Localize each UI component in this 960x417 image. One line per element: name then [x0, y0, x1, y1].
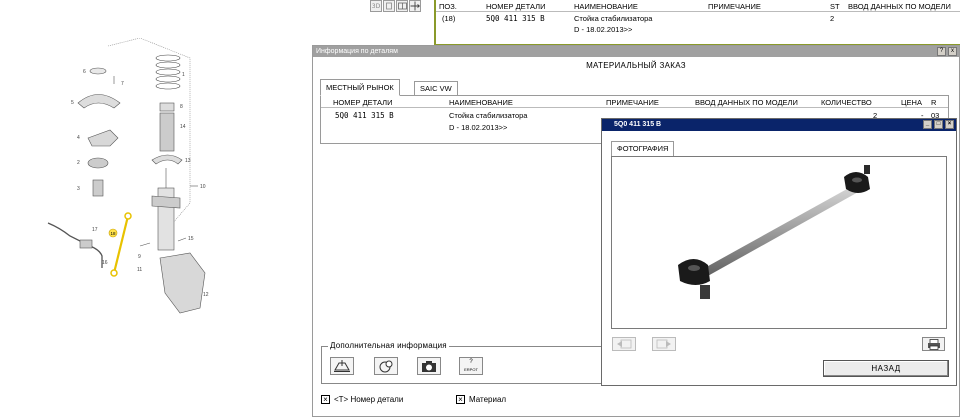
material-checkbox-label: Материал [469, 395, 507, 404]
vehicle-lift-icon [334, 360, 350, 372]
info-window-titlebar[interactable]: Информация по деталям ? x [313, 46, 959, 57]
header-model-input: ВВОД ДАННЫХ ПО МОДЕЛИ [848, 2, 951, 11]
callout-6: 6 [83, 69, 86, 75]
header-name: НАИМЕНОВАНИЕ [574, 2, 638, 11]
callout-10: 10 [200, 184, 206, 190]
callout-1: 1 [182, 72, 185, 78]
callout-14: 14 [180, 124, 186, 130]
local-table-header: НОМЕР ДЕТАЛИ НАИМЕНОВАНИЕ ПРИМЕЧАНИЕ ВВО… [321, 96, 948, 108]
callout-12: 12 [203, 292, 209, 298]
callout-8: 8 [180, 104, 183, 110]
tab-photo[interactable]: ФОТОГРАФИЯ [611, 141, 675, 156]
tab-saic-vw[interactable]: SAIC VW [414, 81, 458, 95]
callout-13: 13 [185, 158, 191, 164]
help-book-icon: ? [469, 359, 473, 365]
table-row[interactable]: (18) 5Q0 411 315 B Стойка стабилизатора … [436, 12, 960, 44]
photo-button[interactable] [417, 357, 441, 375]
row-pos: (18) [442, 14, 456, 23]
callout-5: 5 [71, 100, 74, 106]
header-note: ПРИМЕЧАНИЕ [606, 98, 659, 107]
callout-15: 15 [188, 236, 194, 242]
next-photo-button[interactable] [652, 337, 676, 351]
close-button[interactable]: x [948, 47, 957, 56]
previous-arrow-icon [617, 339, 632, 349]
parts-list-header: ПОЗ. НОМЕР ДЕТАЛИ НАИМЕНОВАНИЕ ПРИМЕЧАНИ… [436, 0, 960, 12]
photo-window-title: 5Q0 411 315 B [614, 121, 662, 128]
next-arrow-icon [656, 339, 671, 349]
vehicle-lift-button[interactable] [330, 357, 354, 375]
callout-3: 3 [77, 186, 80, 192]
part-number-checkbox-label: <T> Номер детали [334, 395, 404, 404]
additional-info-label: Дополнительная информация [328, 341, 449, 350]
stabilizer-link-photo [678, 165, 870, 299]
header-model-input: ВВОД ДАННЫХ ПО МОДЕЛИ [695, 98, 798, 107]
header-pos: ПОЗ. [439, 2, 457, 11]
camera-icon [422, 361, 436, 372]
header-st: ST [830, 2, 840, 11]
part-search-button[interactable] [374, 357, 398, 375]
top-toolbar: 3D [370, 0, 434, 14]
close-button[interactable]: × [945, 120, 954, 129]
row-name: Стойка стабилизатора [449, 111, 528, 120]
callout-4: 4 [77, 135, 80, 141]
help-book-button[interactable]: ? ERPOT [459, 357, 483, 375]
3d-icon[interactable]: 3D [370, 0, 382, 12]
print-button[interactable] [922, 337, 945, 351]
header-name: НАИМЕНОВАНИЕ [449, 98, 513, 107]
part-search-icon [379, 360, 393, 373]
maximize-button[interactable]: □ [934, 120, 943, 129]
material-checkbox-row[interactable]: × Материал [456, 395, 506, 404]
part-number-checkbox-row[interactable]: × <T> Номер детали [321, 395, 403, 404]
header-r: R [931, 98, 937, 107]
callout-2: 2 [77, 160, 80, 166]
tab-local-market[interactable]: МЕСТНЫЙ РЫНОК [320, 79, 400, 96]
page-icon[interactable] [383, 0, 395, 12]
minimize-button[interactable]: _ [923, 120, 932, 129]
split-view-icon[interactable] [396, 0, 408, 12]
move-arrows-icon[interactable] [409, 0, 421, 12]
printer-icon [927, 338, 940, 350]
photo-window: 5Q0 411 315 B _ □ × ФОТОГРАФИЯ НАЗАД [601, 118, 957, 386]
row-date: D - 18.02.2013>> [449, 123, 508, 132]
photo-window-titlebar[interactable]: 5Q0 411 315 B _ □ × [602, 119, 956, 131]
row-part-number: 5Q0 411 315 B [335, 111, 394, 120]
parts-list-table: ПОЗ. НОМЕР ДЕТАЛИ НАИМЕНОВАНИЕ ПРИМЕЧАНИ… [434, 0, 960, 46]
previous-photo-button[interactable] [612, 337, 636, 351]
part-photo-frame [611, 156, 947, 329]
info-window-title: Информация по деталям [316, 48, 398, 55]
callout-highlight: 18 [110, 231, 116, 236]
row-st: 2 [830, 14, 835, 23]
callout-16: 16 [102, 260, 108, 266]
callout-11: 11 [137, 267, 142, 273]
callout-9: 9 [138, 254, 141, 260]
header-price: ЦЕНА [901, 98, 922, 107]
callout-7: 7 [121, 81, 124, 87]
help-button[interactable]: ? [937, 47, 946, 56]
material-order-title: МАТЕРИАЛЬНЫЙ ЗАКАЗ [586, 61, 686, 70]
row-part-number: 5Q0 411 315 B [486, 14, 545, 23]
header-quantity: КОЛИЧЕСТВО [821, 98, 872, 107]
row-name: Стойка стабилизатора [574, 14, 653, 23]
material-checkbox[interactable]: × [456, 395, 465, 404]
suspension-exploded-diagram[interactable]: 18 1 2 3 4 5 6 7 8 9 10 11 12 13 14 15 1… [40, 37, 230, 338]
row-date: D - 18.02.2013>> [574, 25, 633, 34]
back-button[interactable]: НАЗАД [823, 360, 949, 377]
additional-info-group: Дополнительная информация ? ERPOT [321, 341, 621, 384]
header-part-number: НОМЕР ДЕТАЛИ [333, 98, 393, 107]
help-book-caption: ERPOT [464, 367, 478, 372]
header-part-number: НОМЕР ДЕТАЛИ [486, 2, 546, 11]
header-note: ПРИМЕЧАНИЕ [708, 2, 761, 11]
callout-17: 17 [92, 227, 98, 233]
part-number-checkbox[interactable]: × [321, 395, 330, 404]
